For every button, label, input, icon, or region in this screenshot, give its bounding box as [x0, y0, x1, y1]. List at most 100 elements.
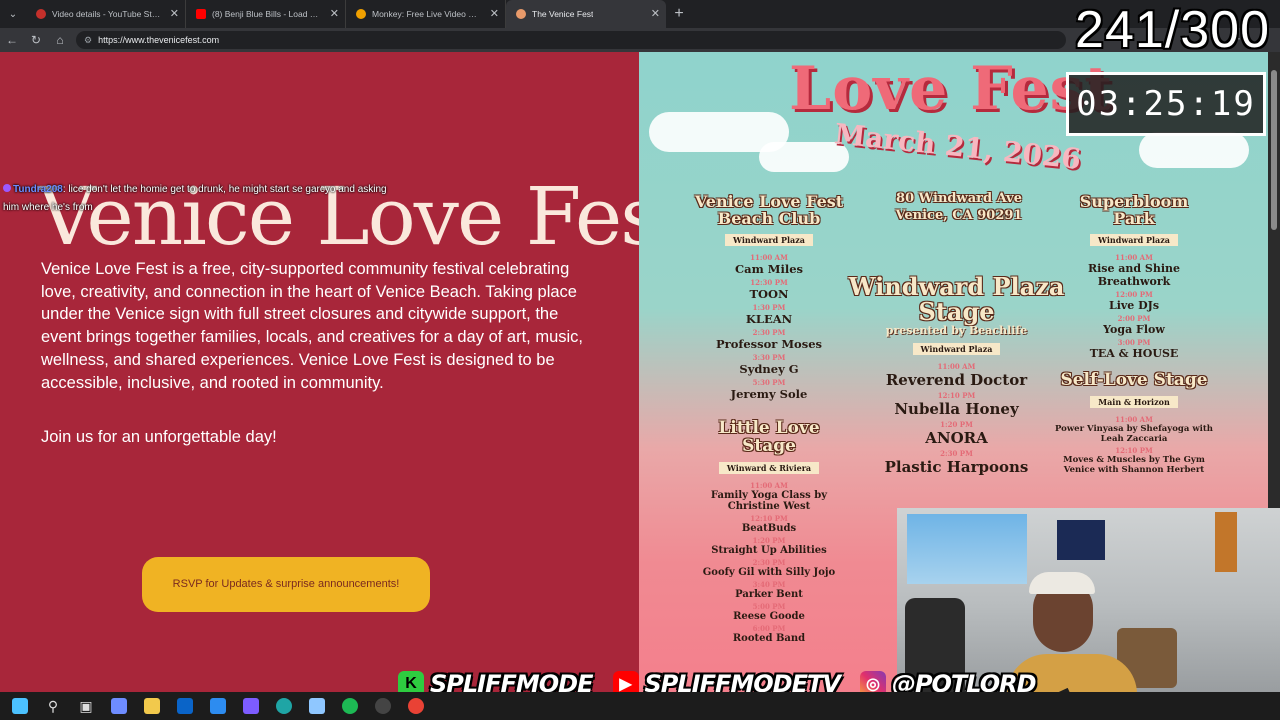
act-time: 11:00 AM — [1115, 252, 1153, 262]
stage-title: Little Love Stage — [718, 418, 820, 456]
act-time: 11:00 AM — [750, 252, 788, 262]
act-time: 3:30 PM — [752, 352, 786, 362]
browser-tab-monkey[interactable]: Monkey: Free Live Video Chat to M ✕ — [346, 0, 506, 28]
act-time: 12:30 PM — [750, 277, 788, 287]
act-list: 11:00 AM Family Yoga Class by Christine W… — [694, 481, 844, 644]
stage-superbloom: Superbloom Park Windward Plaza 11:00 AM R… — [1059, 193, 1209, 362]
act-item: 11:00 AM Reverend Doctor — [844, 362, 1069, 389]
act-item: 6:00 PM Rooted Band — [694, 624, 844, 644]
act-time: 2:30 PM — [752, 327, 786, 337]
act-time: 1:20 PM — [752, 535, 786, 545]
copilot-icon[interactable] — [105, 694, 133, 718]
tab-search-icon[interactable]: ⌄ — [0, 0, 26, 28]
stage-self-love: Self-Love Stage Main & Horizon 11:00 AM P… — [1054, 371, 1214, 477]
stage-location: Windward Plaza — [1090, 233, 1178, 246]
act-name: Plastic Harpoons — [884, 458, 1029, 477]
goal-counter: 241/300 — [1075, 1, 1270, 59]
act-list: 11:00 AM Reverend Doctor 12:10 PM Nubella H… — [844, 362, 1069, 476]
search-icon[interactable]: ⚲ — [39, 694, 67, 718]
address-line-2: Venice, CA 90291 — [895, 208, 1023, 223]
act-name: Yoga Flow — [1103, 322, 1165, 336]
close-icon[interactable]: ✕ — [490, 7, 499, 20]
act-item: 12:10 PM BeatBuds — [694, 514, 844, 534]
act-time: 11:00 AM — [1115, 414, 1153, 424]
act-item: 3:40 PM Parker Bent — [694, 580, 844, 600]
stage-title: Windward Plaza Stage — [848, 272, 1065, 327]
file-explorer-icon[interactable] — [138, 694, 166, 718]
browser-tab-youtube-video[interactable]: (8) Benji Blue Bills - Load Out ft. Lil … — [186, 0, 346, 28]
chat-overlay: Tundra208: lice don't let the homie get … — [3, 181, 393, 217]
act-name: Live DJs — [1108, 298, 1160, 312]
chat-badge-icon — [3, 184, 11, 192]
act-name: Reverend Doctor — [885, 371, 1028, 390]
act-item: 5:30 PM Jeremy Sole — [684, 378, 854, 401]
windows-taskbar: ⚲ ▣ — [0, 692, 1280, 720]
new-tab-button[interactable]: + — [666, 5, 692, 23]
venice-fest-icon — [516, 9, 526, 19]
act-item: 12:30 PM TOON — [684, 278, 854, 301]
page-scrollbar[interactable] — [1268, 52, 1280, 508]
chrome-icon[interactable] — [402, 694, 430, 718]
act-name: KLEAN — [745, 311, 793, 326]
close-icon[interactable]: ✕ — [330, 7, 339, 20]
act-list: 11:00 AM Cam Miles 12:30 PM TOON 1:30 PM KLEA… — [684, 253, 854, 401]
close-icon[interactable]: ✕ — [651, 7, 660, 20]
act-name: BeatBuds — [741, 522, 797, 534]
app-icon[interactable] — [237, 694, 265, 718]
stage-beach-club: Venice Love Fest Beach Club Windward Pla… — [684, 192, 854, 403]
back-icon[interactable]: ← — [0, 33, 24, 47]
stage-windward: Windward Plaza Stage presented by Beachl… — [844, 274, 1069, 478]
act-name: ANORA — [925, 429, 988, 448]
browser-tab-venice-fest[interactable]: The Venice Fest ✕ — [506, 0, 666, 28]
tab-title: (8) Benji Blue Bills - Load Out ft. Lil — [212, 9, 321, 19]
tab-title: Video details - YouTube Studio — [52, 9, 161, 19]
youtube-studio-icon — [36, 9, 46, 19]
chat-username: Tundra208 — [13, 184, 63, 195]
store-icon[interactable] — [204, 694, 232, 718]
act-item: 2:30 PM Plastic Harpoons — [844, 449, 1069, 476]
scrollbar-thumb[interactable] — [1271, 70, 1277, 230]
wall-sign — [1215, 512, 1237, 572]
act-name: Sydney G — [739, 361, 799, 376]
notepad-icon[interactable] — [303, 694, 331, 718]
act-name: Family Yoga Class by Christine West — [710, 489, 828, 512]
youtube-icon — [196, 9, 206, 19]
act-name: Rise and Shine Breathwork — [1087, 261, 1181, 288]
site-info-icon[interactable]: ⚙ — [84, 35, 92, 46]
windows-start-icon[interactable] — [6, 694, 34, 718]
act-name: Straight Up Abilities — [711, 544, 827, 556]
act-name: Rooted Band — [732, 632, 806, 644]
task-view-icon[interactable]: ▣ — [72, 694, 100, 718]
poster-address: 80 Windward Ave Venice, CA 90291 — [874, 190, 1044, 224]
act-time: 12:10 PM — [750, 513, 788, 523]
act-name: Reese Goode — [733, 610, 805, 622]
spotify-icon[interactable] — [336, 694, 364, 718]
reload-icon[interactable]: ↻ — [24, 33, 48, 47]
act-item: 1:30 PM KLEAN — [684, 303, 854, 326]
tab-title: The Venice Fest — [532, 9, 594, 19]
stream-timer: 03:25:19 — [1066, 72, 1266, 136]
act-name: Power Vinyasa by Shefayoga with Leah Zac… — [1055, 423, 1213, 444]
browser-tab-youtube-studio[interactable]: Video details - YouTube Studio ✕ — [26, 0, 186, 28]
act-time: 2:30 PM — [940, 449, 973, 459]
cloud-decoration — [1139, 132, 1249, 168]
obs-icon[interactable] — [369, 694, 397, 718]
close-icon[interactable]: ✕ — [170, 7, 179, 20]
edge-icon[interactable] — [270, 694, 298, 718]
act-name: Jeremy Sole — [730, 386, 808, 401]
act-time: 2:00 PM — [1117, 313, 1151, 323]
stage-presenter: presented by Beachlife — [885, 324, 1028, 338]
outlook-icon[interactable] — [171, 694, 199, 718]
poster-date: March 21, 2026 — [832, 117, 1083, 176]
url-input[interactable]: ⚙ https://www.thevenicefest.com — [76, 31, 1066, 49]
home-icon[interactable]: ⌂ — [48, 33, 72, 47]
stage-title: Venice Love Fest Beach Club — [694, 192, 844, 228]
act-name: Parker Bent — [735, 588, 803, 600]
act-name: Cam Miles — [734, 261, 804, 276]
act-item: 2:00 PM Yoga Flow — [1059, 314, 1209, 336]
stage-little-love: Little Love Stage Winward & Riviera 11:0… — [694, 418, 844, 646]
act-time: 3:40 PM — [752, 579, 786, 589]
act-item: 11:00 AM Power Vinyasa by Shefayoga with … — [1054, 415, 1214, 444]
act-time: 1:30 PM — [752, 302, 786, 312]
rsvp-button[interactable]: RSVP for Updates & surprise announcement… — [142, 557, 430, 612]
